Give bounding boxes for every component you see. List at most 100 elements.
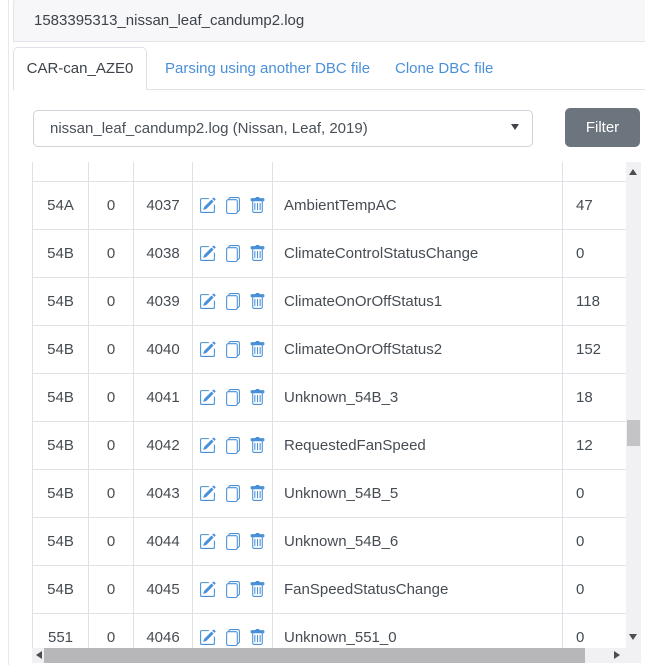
- dbc-file-select[interactable]: nissan_leaf_candump2.log (Nissan, Leaf, …: [33, 110, 533, 147]
- cell-bus: 0: [89, 181, 134, 229]
- tab-clone-dbc[interactable]: Clone DBC file: [395, 47, 493, 90]
- cell-value: 0: [563, 469, 627, 517]
- cell-signal-id: 4037: [134, 181, 193, 229]
- trash-icon[interactable]: [249, 581, 266, 598]
- edit-icon[interactable]: [199, 293, 216, 310]
- cell-signal-name: Unknown_54B_6: [273, 517, 563, 565]
- cell-can-id: 54B: [33, 229, 89, 277]
- table-row: 54B 0 4042 RequestedFanSpeed 12: [33, 421, 627, 469]
- trash-icon[interactable]: [249, 533, 266, 550]
- cell-signal-name: ClimateControlStatusChange: [273, 229, 563, 277]
- trash-icon[interactable]: [249, 485, 266, 502]
- cell-bus: 0: [89, 565, 134, 613]
- card-left-border: [8, 0, 9, 665]
- copy-icon[interactable]: [224, 245, 241, 262]
- cell-value: 12: [563, 421, 627, 469]
- copy-icon[interactable]: [224, 389, 241, 406]
- cell-signal-id: 4041: [134, 373, 193, 421]
- copy-icon[interactable]: [224, 197, 241, 214]
- cell-can-id: 54B: [33, 565, 89, 613]
- horizontal-scrollbar[interactable]: [32, 648, 626, 663]
- edit-icon[interactable]: [199, 389, 216, 406]
- edit-icon[interactable]: [199, 485, 216, 502]
- filter-button[interactable]: Filter: [565, 108, 640, 147]
- cell-actions: [193, 469, 273, 517]
- copy-icon[interactable]: [224, 629, 241, 646]
- cell-signal-id: 4043: [134, 469, 193, 517]
- cell-signal-name: ClimateOnOrOffStatus1: [273, 277, 563, 325]
- signals-table: 54A 0 4037 AmbientTempAC 47 54: [32, 162, 626, 663]
- edit-icon[interactable]: [199, 341, 216, 358]
- vertical-scrollbar[interactable]: [626, 162, 641, 663]
- file-header: 1583395313_nissan_leaf_candump2.log: [13, 0, 645, 42]
- cell-signal-name: FanSpeedStatusChange: [273, 565, 563, 613]
- trash-icon[interactable]: [249, 197, 266, 214]
- cell-bus: 0: [89, 373, 134, 421]
- cell-can-id: 54B: [33, 325, 89, 373]
- cell-value: 0: [563, 517, 627, 565]
- edit-icon[interactable]: [199, 197, 216, 214]
- edit-icon[interactable]: [199, 245, 216, 262]
- table-row: 54B 0 4038 ClimateControlStatusChange 0: [33, 229, 627, 277]
- cell-value: 18: [563, 373, 627, 421]
- copy-icon[interactable]: [224, 485, 241, 502]
- copy-icon[interactable]: [224, 581, 241, 598]
- trash-icon[interactable]: [249, 437, 266, 454]
- trash-icon[interactable]: [249, 293, 266, 310]
- dbc-file-select-value: nissan_leaf_candump2.log (Nissan, Leaf, …: [50, 111, 368, 146]
- copy-icon[interactable]: [224, 341, 241, 358]
- cell-actions: [193, 565, 273, 613]
- cell-signal-id: 4045: [134, 565, 193, 613]
- filename-label: 1583395313_nissan_leaf_candump2.log: [34, 12, 304, 29]
- cell-actions: [193, 229, 273, 277]
- edit-icon[interactable]: [199, 437, 216, 454]
- copy-icon[interactable]: [224, 437, 241, 454]
- table-row: 54B 0 4043 Unknown_54B_5 0: [33, 469, 627, 517]
- scroll-up-icon[interactable]: [629, 169, 637, 175]
- cell-signal-name: RequestedFanSpeed: [273, 421, 563, 469]
- vertical-scrollbar-thumb[interactable]: [627, 420, 640, 446]
- cell-bus: 0: [89, 325, 134, 373]
- cell-can-id: 54B: [33, 469, 89, 517]
- cell-value: 152: [563, 325, 627, 373]
- cell-signal-id: 4042: [134, 421, 193, 469]
- cell-signal-id: 4039: [134, 277, 193, 325]
- cell-signal-name: AmbientTempAC: [273, 181, 563, 229]
- cell-value: 0: [563, 565, 627, 613]
- edit-icon[interactable]: [199, 581, 216, 598]
- scroll-left-icon[interactable]: [36, 651, 42, 659]
- trash-icon[interactable]: [249, 245, 266, 262]
- table-row: 54B 0 4045 FanSpeedStatusChange 0: [33, 565, 627, 613]
- cell-actions: [193, 181, 273, 229]
- trash-icon[interactable]: [249, 389, 266, 406]
- table-row: 54B 0 4044 Unknown_54B_6 0: [33, 517, 627, 565]
- tab-car-can-aze0[interactable]: CAR-can_AZE0: [13, 47, 147, 90]
- scroll-right-icon[interactable]: [614, 651, 620, 659]
- scroll-down-icon[interactable]: [629, 634, 637, 640]
- trash-icon[interactable]: [249, 629, 266, 646]
- cell-bus: 0: [89, 421, 134, 469]
- cell-value: 47: [563, 181, 627, 229]
- cell-actions: [193, 325, 273, 373]
- copy-icon[interactable]: [224, 533, 241, 550]
- cell-can-id: 54B: [33, 421, 89, 469]
- edit-icon[interactable]: [199, 629, 216, 646]
- cell-signal-id: 4040: [134, 325, 193, 373]
- table-row: 54A 0 4037 AmbientTempAC 47: [33, 181, 627, 229]
- trash-icon[interactable]: [249, 341, 266, 358]
- cell-signal-name: Unknown_54B_3: [273, 373, 563, 421]
- copy-icon[interactable]: [224, 293, 241, 310]
- cell-bus: 0: [89, 469, 134, 517]
- dbc-parser-page: 1583395313_nissan_leaf_candump2.log CAR-…: [0, 0, 645, 665]
- select-caret-icon: [511, 124, 519, 130]
- partial-scrolled-row: [33, 162, 627, 181]
- tab-parsing-another-dbc[interactable]: Parsing using another DBC file: [165, 47, 370, 90]
- cell-can-id: 54B: [33, 373, 89, 421]
- cell-actions: [193, 373, 273, 421]
- horizontal-scrollbar-thumb[interactable]: [44, 648, 585, 663]
- cell-can-id: 54A: [33, 181, 89, 229]
- cell-signal-name: ClimateOnOrOffStatus2: [273, 325, 563, 373]
- cell-bus: 0: [89, 517, 134, 565]
- cell-signal-id: 4044: [134, 517, 193, 565]
- edit-icon[interactable]: [199, 533, 216, 550]
